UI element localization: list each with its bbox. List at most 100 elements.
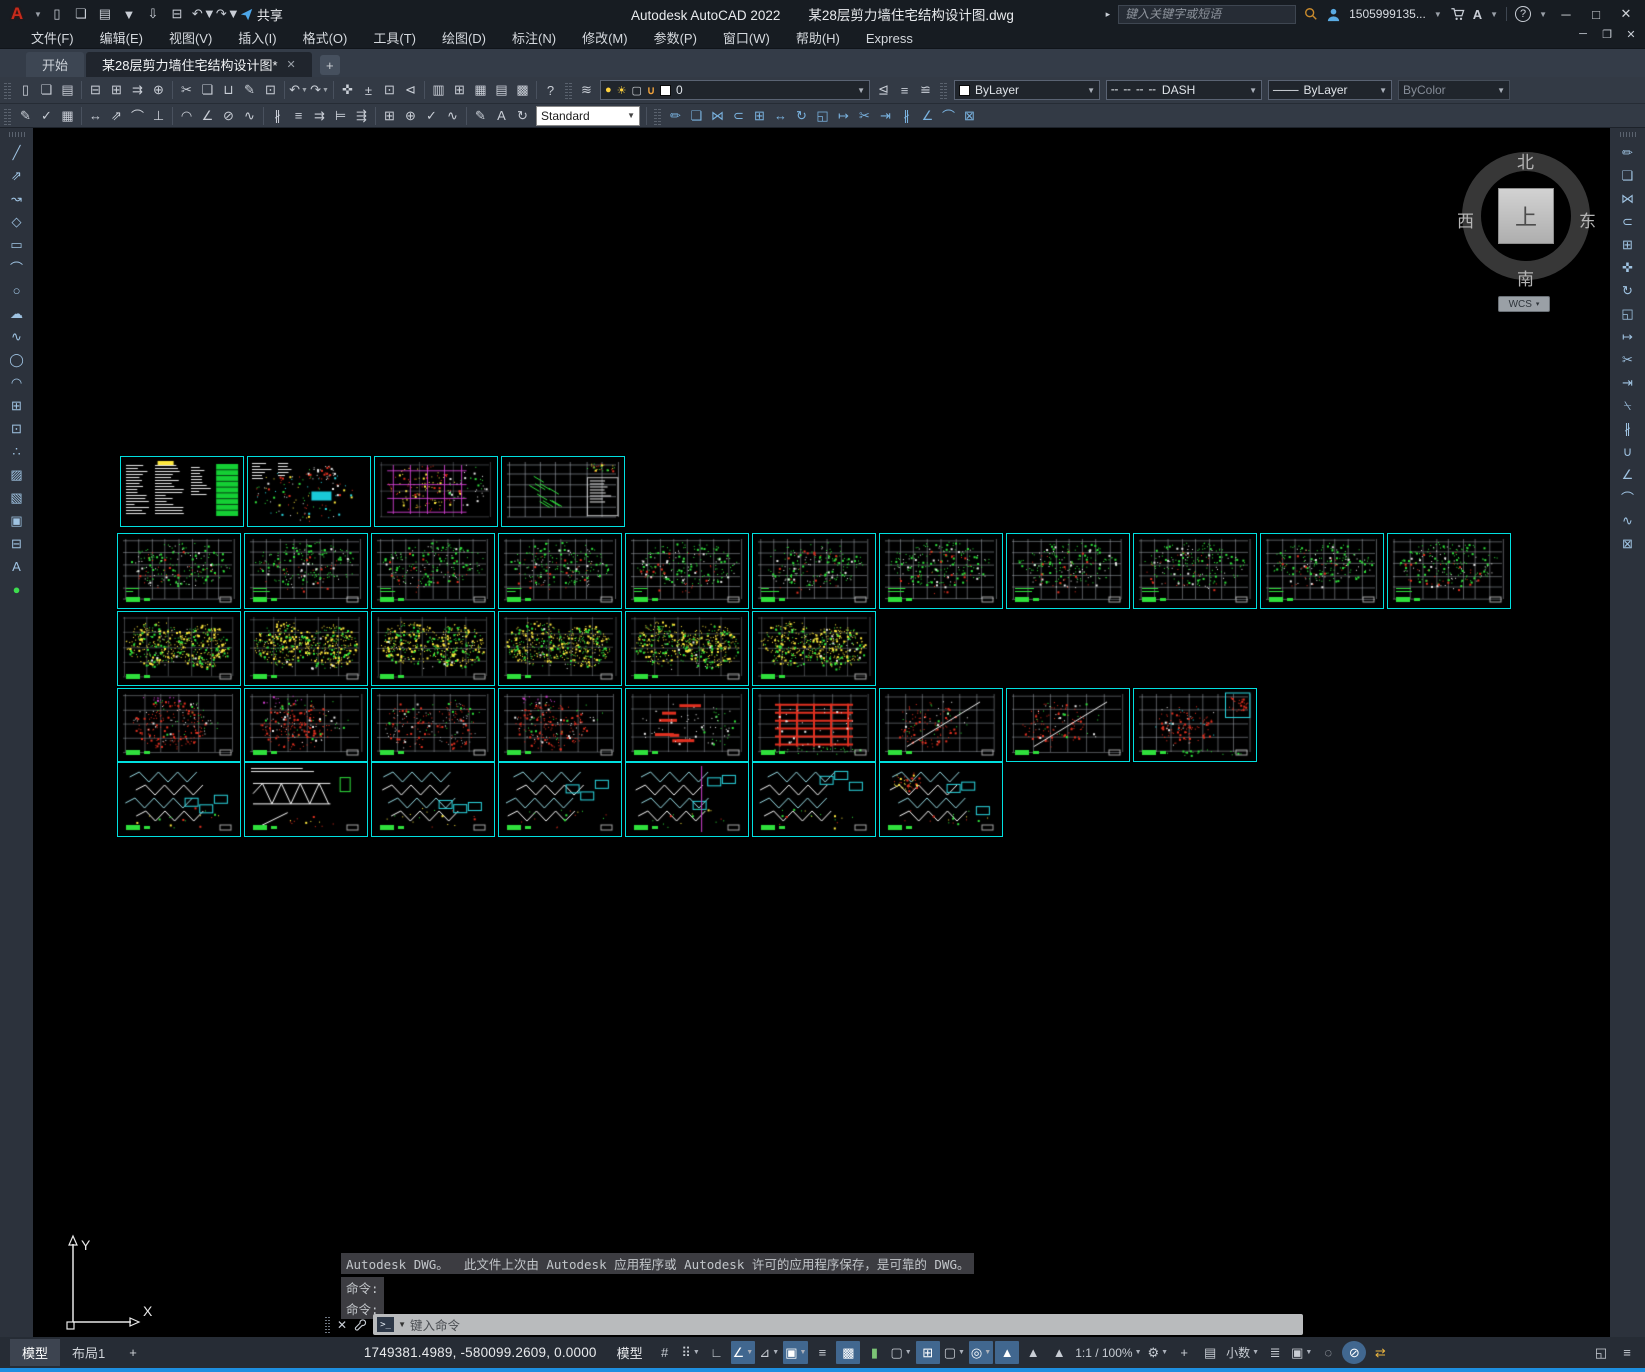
menu-11[interactable]: 帮助(H) bbox=[783, 28, 853, 49]
save-sync-icon[interactable]: ⇄ bbox=[1368, 1341, 1392, 1364]
layer-states-icon[interactable]: ≡ bbox=[894, 80, 915, 101]
dim-diameter-icon[interactable]: ⊘ bbox=[218, 105, 239, 126]
menu-7[interactable]: 标注(N) bbox=[499, 28, 569, 49]
drawing-frame-r2-c2-floor[interactable] bbox=[244, 533, 368, 609]
dimension-style-icon[interactable]: ✓ bbox=[36, 105, 57, 126]
paste-clip-icon[interactable]: ⊔ bbox=[218, 80, 239, 101]
dim-jog-line-icon[interactable]: ∿ bbox=[442, 105, 463, 126]
command-bar-grip[interactable] bbox=[325, 1316, 331, 1333]
layer-match-icon[interactable]: ≌ bbox=[915, 80, 936, 101]
dim-ordinate-icon[interactable]: ⊥ bbox=[148, 105, 169, 126]
menu-5[interactable]: 工具(T) bbox=[360, 28, 429, 49]
dim-break-icon[interactable]: ∦ bbox=[267, 105, 288, 126]
menu-4[interactable]: 格式(O) bbox=[290, 28, 361, 49]
scale-display-caret-icon[interactable]: ▼ bbox=[1135, 1349, 1142, 1356]
user-icon[interactable] bbox=[1326, 7, 1341, 22]
layer-on-icon[interactable]: ● bbox=[605, 84, 612, 96]
layer-thaw-icon[interactable]: ☀ bbox=[617, 84, 627, 97]
selection-filtering-caret-icon[interactable]: ▼ bbox=[958, 1349, 965, 1356]
redo-caret-icon[interactable]: ▼ bbox=[227, 6, 240, 21]
tool-palettes-icon[interactable]: ▦ bbox=[470, 80, 491, 101]
drawing-frame-r1-c1-notes[interactable] bbox=[120, 456, 244, 527]
dim-baseline-icon[interactable]: ⊨ bbox=[330, 105, 351, 126]
maximize-button[interactable]: □ bbox=[1585, 7, 1607, 22]
grid-display-icon[interactable]: # bbox=[653, 1341, 677, 1364]
help-caret-icon[interactable]: ▼ bbox=[1539, 10, 1547, 19]
break-icon[interactable]: ∦ bbox=[1616, 418, 1640, 439]
autocad-logo-icon[interactable]: A bbox=[6, 4, 28, 24]
explode-icon[interactable]: ⊠ bbox=[959, 105, 980, 126]
drawing-frame-r4-c1-redplan[interactable] bbox=[117, 688, 241, 762]
layer-color-swatch[interactable] bbox=[660, 84, 671, 96]
text-style-combo-caret-icon[interactable]: ▼ bbox=[627, 111, 635, 120]
gizmo-caret-icon[interactable]: ▼ bbox=[984, 1349, 991, 1356]
close-button[interactable]: ✕ bbox=[1615, 6, 1637, 22]
drawing-frame-r2-c1-floor[interactable] bbox=[117, 533, 241, 609]
dim-aligned-icon[interactable]: ⇗ bbox=[106, 105, 127, 126]
redo-icon[interactable]: ↷▼ bbox=[309, 80, 330, 101]
drawing-frame-r4-c6-redgrid[interactable] bbox=[752, 688, 876, 762]
menu-10[interactable]: 窗口(W) bbox=[710, 28, 783, 49]
drawing-frame-r2-c6-floor[interactable] bbox=[752, 533, 876, 609]
offset-icon[interactable]: ⊂ bbox=[728, 105, 749, 126]
publish-icon[interactable]: ⇉ bbox=[127, 80, 148, 101]
isometric-drafting-icon[interactable]: ⊿ ▼ bbox=[757, 1341, 781, 1364]
drawing-frame-r5-c7-stairsR[interactable] bbox=[879, 762, 1003, 837]
extend-icon[interactable]: ⇥ bbox=[1616, 372, 1640, 393]
polygon-icon[interactable]: ◇ bbox=[5, 211, 29, 232]
drawing-frame-r4-c5-redblocks[interactable] bbox=[625, 688, 749, 762]
cart-icon[interactable] bbox=[1450, 7, 1465, 21]
dim-edit-icon[interactable]: ✎ bbox=[470, 105, 491, 126]
drawing-frame-r2-c7-floor[interactable] bbox=[879, 533, 1003, 609]
units-value-caret-icon[interactable]: ▼ bbox=[1252, 1349, 1259, 1356]
menu-3[interactable]: 插入(I) bbox=[225, 28, 289, 49]
chamfer-icon[interactable]: ∠ bbox=[917, 105, 938, 126]
undo-icon[interactable]: ↶▼ bbox=[192, 6, 216, 22]
object-snap-caret-icon[interactable]: ▼ bbox=[800, 1349, 807, 1356]
lineweight-display-icon[interactable]: ≡ bbox=[810, 1341, 834, 1364]
tab-close-icon[interactable]: ✕ bbox=[287, 58, 296, 71]
workspace-switching-icon[interactable]: ⚙ ▼ bbox=[1146, 1341, 1171, 1364]
command-input[interactable]: >_ ▼ 键入命令 bbox=[373, 1314, 1304, 1335]
chamfer-icon[interactable]: ∠ bbox=[1616, 464, 1640, 485]
dim-arc-icon[interactable]: ⌒ bbox=[127, 105, 148, 126]
3d-object-snap-caret-icon[interactable]: ▼ bbox=[905, 1349, 912, 1356]
undo-caret-icon[interactable]: ▼ bbox=[301, 87, 308, 94]
stretch-icon[interactable]: ↦ bbox=[833, 105, 854, 126]
toolbar-drag-handle[interactable] bbox=[565, 81, 572, 99]
redo-caret-icon[interactable]: ▼ bbox=[322, 87, 329, 94]
units-value[interactable]: 小数 ▼ bbox=[1224, 1341, 1261, 1364]
drawing-frame-r4-c8-diagplan[interactable] bbox=[1006, 688, 1130, 762]
minimize-button[interactable]: ─ bbox=[1555, 7, 1577, 22]
layer-combo-caret-icon[interactable]: ▼ bbox=[857, 86, 865, 95]
multiline-text-icon[interactable]: A bbox=[5, 556, 29, 577]
share-button[interactable]: 共享 bbox=[240, 5, 283, 24]
text-style-icon[interactable]: ✎ bbox=[15, 105, 36, 126]
drawing-frame-r3-c4-slab[interactable] bbox=[498, 611, 622, 686]
construction-line-icon[interactable]: ⇗ bbox=[5, 165, 29, 186]
save-icon[interactable]: ▤ bbox=[96, 6, 114, 22]
drawing-frame-r2-c5-floor[interactable] bbox=[625, 533, 749, 609]
3d-object-snap-icon[interactable]: ▢ ▼ bbox=[888, 1341, 913, 1364]
command-bar-close-icon[interactable]: ✕ bbox=[337, 1318, 347, 1332]
print-icon[interactable]: ⊟ bbox=[168, 6, 186, 22]
drawing-frame-r2-c11-floor[interactable] bbox=[1387, 533, 1511, 609]
search-input[interactable] bbox=[1118, 4, 1297, 24]
tab-start[interactable]: 开始 bbox=[26, 52, 85, 77]
new-tab-button[interactable]: + bbox=[319, 55, 340, 75]
open-from-web-icon[interactable]: ⇩ bbox=[144, 6, 162, 22]
properties-icon[interactable]: ▥ bbox=[428, 80, 449, 101]
arc-icon[interactable]: ⌒ bbox=[5, 257, 29, 278]
qopen-icon[interactable]: ❏ bbox=[36, 80, 57, 101]
doc-minimize-button[interactable]: ─ bbox=[1575, 28, 1591, 41]
help-icon[interactable]: ? bbox=[1515, 6, 1532, 22]
help-icon[interactable]: ? bbox=[540, 80, 561, 101]
gizmo-icon[interactable]: ◎ ▼ bbox=[968, 1341, 994, 1364]
copy-clip-icon[interactable]: ❏ bbox=[197, 80, 218, 101]
move-icon[interactable]: ↔ bbox=[770, 105, 791, 126]
linetype-combo[interactable]: ╌ ╌ ╌ ╌ DASH ▼ bbox=[1106, 80, 1262, 100]
point-icon[interactable]: ∴ bbox=[5, 441, 29, 462]
calculator-icon[interactable]: ▩ bbox=[512, 80, 533, 101]
layer-combo[interactable]: ● ☀ ▢ ∪ 0 ▼ bbox=[600, 80, 870, 100]
drawing-frame-r4-c2-redplan[interactable] bbox=[244, 688, 368, 762]
